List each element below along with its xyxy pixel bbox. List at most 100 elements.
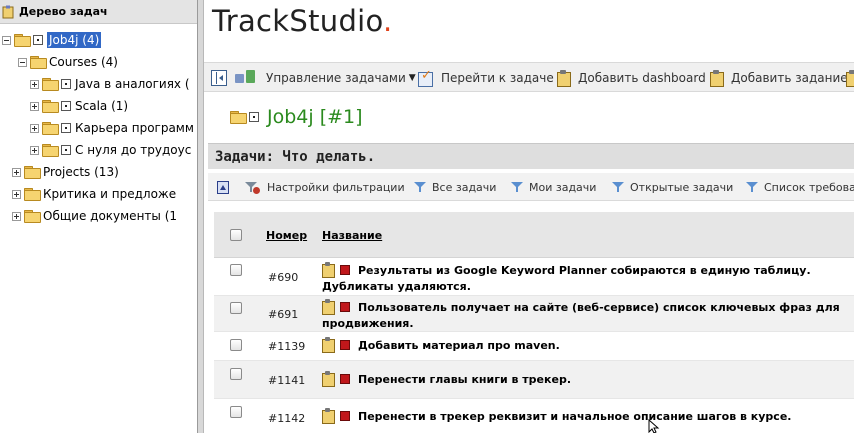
expand-icon[interactable] — [30, 123, 39, 133]
row-checkbox[interactable] — [230, 302, 242, 314]
row-checkbox[interactable] — [230, 264, 242, 276]
clipboard-icon — [557, 70, 571, 87]
folder-icon — [24, 166, 41, 179]
filter-mine-label: Мои задачи — [529, 180, 597, 194]
manage-tasks-label: Управление задачами — [266, 71, 406, 85]
tree-node-label[interactable]: Job4j (4) — [47, 32, 102, 48]
tree-node-label[interactable]: Projects (13) — [43, 165, 119, 179]
task-number[interactable]: #1142 — [268, 412, 305, 425]
expand-icon[interactable] — [12, 211, 21, 221]
add-task-label: Добавить задание — [731, 71, 848, 85]
folder-icon — [230, 111, 247, 124]
select-all-checkbox[interactable] — [230, 229, 242, 241]
expand-icon[interactable] — [30, 101, 39, 111]
folder-icon — [42, 144, 59, 157]
chevron-down-icon: ▼ — [408, 73, 416, 83]
tree-node-label[interactable]: Общие документы (1 — [43, 209, 177, 223]
expand-icon[interactable] — [30, 79, 39, 89]
filter-icon — [612, 181, 624, 193]
collapse-icon[interactable] — [18, 57, 27, 67]
task-tree-header: Дерево задач — [0, 0, 197, 24]
manage-tasks-menu[interactable]: Управление задачами ▼ — [235, 63, 416, 93]
filter-all-tasks[interactable]: Все задачи — [414, 173, 496, 201]
table-row[interactable]: #1139 Добавить материал про maven. — [214, 332, 854, 361]
task-icon — [322, 371, 335, 387]
filter-requirements-label: Список требова — [764, 180, 854, 194]
task-icon — [322, 299, 335, 315]
filter-icon — [746, 181, 758, 193]
table-header: Номер Название — [214, 212, 854, 258]
expand-icon[interactable] — [12, 189, 21, 199]
filter-all-label: Все задачи — [432, 180, 497, 194]
task-node-icon — [33, 35, 43, 45]
filter-my-tasks[interactable]: Мои задачи — [511, 173, 596, 201]
task-tree-panel: Дерево задач Job4j (4) Courses (4) Java … — [0, 0, 197, 433]
current-task-heading: Job4j [#1] — [230, 104, 363, 130]
goto-task-button[interactable]: Перейти к задаче — [418, 63, 554, 93]
toolbar-more-button[interactable] — [846, 63, 854, 93]
tree-node-label[interactable]: Критика и предложе — [43, 187, 176, 201]
tree-node-java-analogies[interactable]: Java в аналогиях ( — [30, 74, 190, 94]
filter-open-tasks[interactable]: Открытые задачи — [612, 173, 733, 201]
expand-icon[interactable] — [12, 167, 21, 177]
tree-node-label[interactable]: Courses (4) — [49, 55, 118, 69]
filter-requirements-list[interactable]: Список требова — [746, 173, 854, 201]
tree-node-from-scratch[interactable]: С нуля до трудоус — [30, 140, 191, 160]
row-checkbox[interactable] — [230, 406, 242, 418]
task-node-icon — [249, 112, 259, 122]
task-number[interactable]: #690 — [268, 271, 298, 284]
task-name[interactable]: Перенести в трекер реквизит и начальное … — [322, 408, 854, 425]
tree-node-projects[interactable]: Projects (13) — [12, 162, 119, 182]
column-header-name[interactable]: Название — [322, 229, 382, 242]
task-node-icon — [61, 101, 71, 111]
priority-icon — [340, 265, 350, 275]
collapse-icon[interactable] — [2, 35, 11, 45]
task-tree-title: Дерево задач — [19, 5, 108, 18]
task-tree: Job4j (4) Courses (4) Java в аналогиях (… — [0, 24, 197, 223]
task-name[interactable]: Результаты из Google Keyword Planner соб… — [322, 262, 854, 295]
column-header-number[interactable]: Номер — [266, 229, 307, 242]
task-name[interactable]: Добавить материал про maven. — [322, 337, 854, 354]
mouse-cursor-icon — [648, 419, 660, 433]
table-row[interactable]: #690 Результаты из Google Keyword Planne… — [214, 258, 854, 296]
clipboard-icon — [846, 70, 854, 87]
add-dashboard-button[interactable]: Добавить dashboard — [557, 63, 706, 93]
task-number[interactable]: #1141 — [268, 374, 305, 387]
folder-icon — [42, 78, 59, 91]
tree-node-scala[interactable]: Scala (1) — [30, 96, 128, 116]
task-number[interactable]: #691 — [268, 308, 298, 321]
tree-node-critique[interactable]: Критика и предложе — [12, 184, 176, 204]
goto-task-label: Перейти к задаче — [441, 71, 554, 85]
row-checkbox[interactable] — [230, 368, 242, 380]
table-row[interactable]: #691 Пользователь получает на сайте (веб… — [214, 296, 854, 332]
task-icon — [322, 337, 335, 353]
tree-node-shared-docs[interactable]: Общие документы (1 — [12, 206, 177, 226]
tree-node-career[interactable]: Карьера программ — [30, 118, 194, 138]
add-task-button[interactable]: Добавить задание — [710, 63, 848, 93]
goto-task-icon — [418, 68, 434, 87]
tree-node-label[interactable]: Карьера программ — [75, 121, 194, 135]
expand-icon[interactable] — [30, 145, 39, 155]
filter-settings-button[interactable]: Настройки фильтрации — [245, 173, 405, 201]
tree-node-label[interactable]: С нуля до трудоус — [75, 143, 191, 157]
task-number[interactable]: #1139 — [268, 340, 305, 353]
tree-node-courses[interactable]: Courses (4) — [18, 52, 118, 72]
task-tree-icon — [2, 5, 16, 19]
tree-node-label[interactable]: Scala (1) — [75, 99, 128, 113]
collapse-tree-button[interactable] — [211, 63, 234, 93]
collapse-panel-icon — [211, 70, 227, 86]
table-row[interactable]: #1142 Перенести в трекер реквизит и нача… — [214, 399, 854, 433]
task-name[interactable]: Перенести главы книги в трекер. — [322, 371, 854, 388]
add-dashboard-label: Добавить dashboard — [578, 71, 706, 85]
folder-icon — [30, 56, 47, 69]
up-level-icon — [217, 180, 229, 194]
row-checkbox[interactable] — [230, 339, 242, 351]
up-level-button[interactable] — [217, 173, 235, 201]
panel-splitter[interactable] — [197, 0, 204, 433]
tree-node-label[interactable]: Java в аналогиях ( — [75, 77, 190, 91]
filter-icon — [414, 181, 426, 193]
table-row[interactable]: #1141 Перенести главы книги в трекер. — [214, 361, 854, 399]
priority-icon — [340, 340, 350, 350]
tree-node-job4j[interactable]: Job4j (4) — [2, 30, 102, 50]
task-name[interactable]: Пользователь получает на сайте (веб-серв… — [322, 299, 854, 332]
